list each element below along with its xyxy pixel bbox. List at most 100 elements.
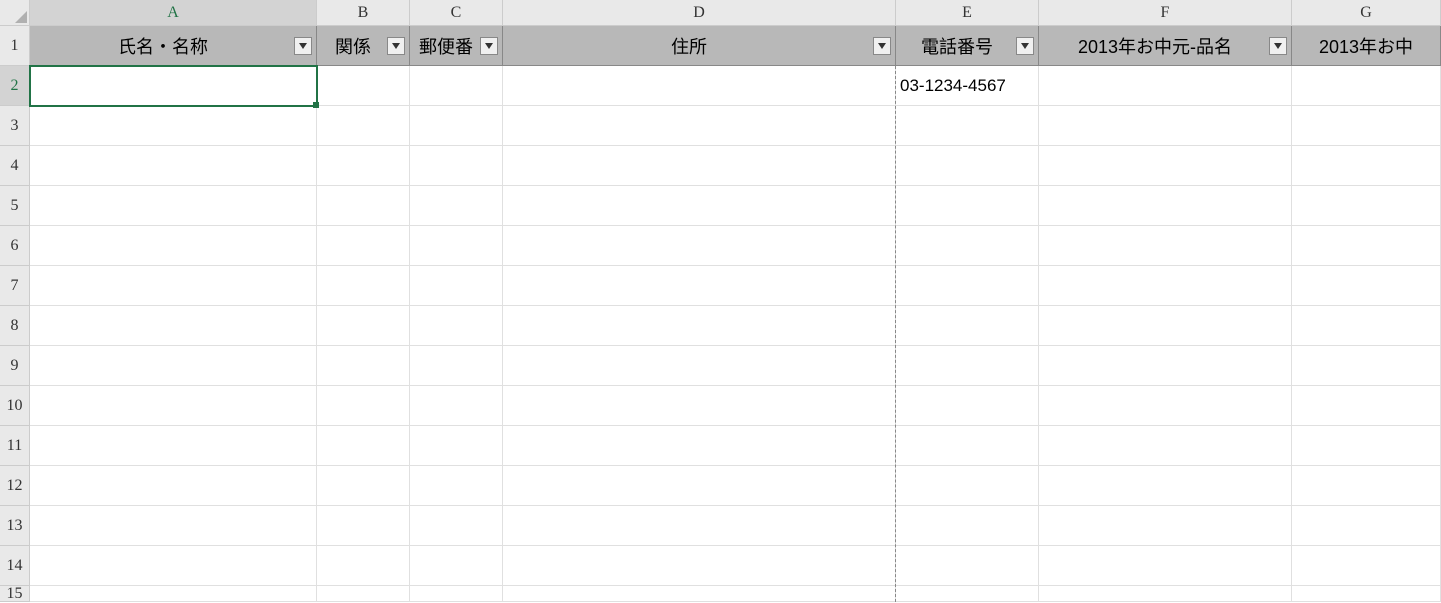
- cell[interactable]: [410, 306, 503, 346]
- cell[interactable]: [30, 466, 317, 506]
- cell[interactable]: [896, 466, 1039, 506]
- cell[interactable]: [1039, 106, 1292, 146]
- cell[interactable]: [317, 346, 410, 386]
- cell[interactable]: [1292, 466, 1441, 506]
- row-header-11[interactable]: 11: [0, 426, 30, 466]
- cell[interactable]: [1292, 146, 1441, 186]
- row-header-10[interactable]: 10: [0, 386, 30, 426]
- row-header-3[interactable]: 3: [0, 106, 30, 146]
- header-cell-gift2013b[interactable]: 2013年お中: [1292, 26, 1441, 66]
- cell[interactable]: [317, 386, 410, 426]
- cell[interactable]: [1292, 506, 1441, 546]
- row-header-8[interactable]: 8: [0, 306, 30, 346]
- row-header-6[interactable]: 6: [0, 226, 30, 266]
- select-all-corner[interactable]: [0, 0, 30, 26]
- cell-g2[interactable]: [1292, 66, 1441, 106]
- cell[interactable]: [503, 386, 896, 426]
- cell[interactable]: [503, 106, 896, 146]
- cell[interactable]: [410, 466, 503, 506]
- cell[interactable]: [317, 506, 410, 546]
- cell[interactable]: [30, 386, 317, 426]
- cell[interactable]: [1292, 226, 1441, 266]
- filter-button-d[interactable]: [873, 37, 891, 55]
- cell[interactable]: [1039, 586, 1292, 602]
- column-header-e[interactable]: E: [896, 0, 1039, 26]
- cell[interactable]: [317, 146, 410, 186]
- cell[interactable]: [410, 146, 503, 186]
- cell[interactable]: [410, 106, 503, 146]
- cell[interactable]: [1292, 306, 1441, 346]
- row-header-12[interactable]: 12: [0, 466, 30, 506]
- cell[interactable]: [503, 266, 896, 306]
- cell[interactable]: [896, 506, 1039, 546]
- cell[interactable]: [1039, 226, 1292, 266]
- header-cell-postal[interactable]: 郵便番: [410, 26, 503, 66]
- cell[interactable]: [1039, 266, 1292, 306]
- cell[interactable]: [410, 226, 503, 266]
- filter-button-c[interactable]: [480, 37, 498, 55]
- row-header-9[interactable]: 9: [0, 346, 30, 386]
- cell[interactable]: [1039, 466, 1292, 506]
- cell[interactable]: [503, 586, 896, 602]
- cell[interactable]: [317, 266, 410, 306]
- cell[interactable]: [30, 186, 317, 226]
- column-header-c[interactable]: C: [410, 0, 503, 26]
- row-header-5[interactable]: 5: [0, 186, 30, 226]
- cell[interactable]: [1292, 266, 1441, 306]
- column-header-d[interactable]: D: [503, 0, 896, 26]
- filter-button-e[interactable]: [1016, 37, 1034, 55]
- cell[interactable]: [503, 146, 896, 186]
- cell[interactable]: [503, 186, 896, 226]
- column-header-f[interactable]: F: [1039, 0, 1292, 26]
- cell-e2[interactable]: 03-1234-4567: [896, 66, 1039, 106]
- cell-f2[interactable]: [1039, 66, 1292, 106]
- cell[interactable]: [1039, 426, 1292, 466]
- row-header-14[interactable]: 14: [0, 546, 30, 586]
- cell-a2[interactable]: [30, 66, 317, 106]
- row-header-1[interactable]: 1: [0, 26, 30, 66]
- cell[interactable]: [503, 546, 896, 586]
- cell[interactable]: [1292, 346, 1441, 386]
- cell[interactable]: [503, 506, 896, 546]
- cell[interactable]: [30, 266, 317, 306]
- cell[interactable]: [896, 146, 1039, 186]
- cell[interactable]: [896, 106, 1039, 146]
- column-header-a[interactable]: A: [30, 0, 317, 26]
- cell[interactable]: [317, 586, 410, 602]
- cell[interactable]: [896, 306, 1039, 346]
- cell[interactable]: [896, 346, 1039, 386]
- cell[interactable]: [317, 226, 410, 266]
- cell[interactable]: [30, 146, 317, 186]
- column-header-g[interactable]: G: [1292, 0, 1441, 26]
- cell[interactable]: [410, 546, 503, 586]
- cell[interactable]: [1292, 186, 1441, 226]
- cell[interactable]: [1292, 106, 1441, 146]
- cell-b2[interactable]: [317, 66, 410, 106]
- fill-handle[interactable]: [313, 102, 319, 108]
- cell[interactable]: [30, 226, 317, 266]
- cell[interactable]: [1039, 186, 1292, 226]
- cell-d2[interactable]: [503, 66, 896, 106]
- header-cell-phone[interactable]: 電話番号: [896, 26, 1039, 66]
- cell[interactable]: [1039, 306, 1292, 346]
- cell[interactable]: [410, 426, 503, 466]
- row-header-4[interactable]: 4: [0, 146, 30, 186]
- cell[interactable]: [503, 226, 896, 266]
- cell[interactable]: [1292, 546, 1441, 586]
- column-header-b[interactable]: B: [317, 0, 410, 26]
- cell[interactable]: [896, 266, 1039, 306]
- cell[interactable]: [503, 466, 896, 506]
- cell[interactable]: [896, 546, 1039, 586]
- cell[interactable]: [1039, 506, 1292, 546]
- filter-button-b[interactable]: [387, 37, 405, 55]
- cell[interactable]: [317, 306, 410, 346]
- cell[interactable]: [30, 586, 317, 602]
- cell[interactable]: [503, 346, 896, 386]
- row-header-2[interactable]: 2: [0, 66, 30, 106]
- cell[interactable]: [1039, 146, 1292, 186]
- cell[interactable]: [317, 186, 410, 226]
- row-header-7[interactable]: 7: [0, 266, 30, 306]
- row-header-15[interactable]: 15: [0, 586, 30, 602]
- cell[interactable]: [1039, 546, 1292, 586]
- cell[interactable]: [30, 106, 317, 146]
